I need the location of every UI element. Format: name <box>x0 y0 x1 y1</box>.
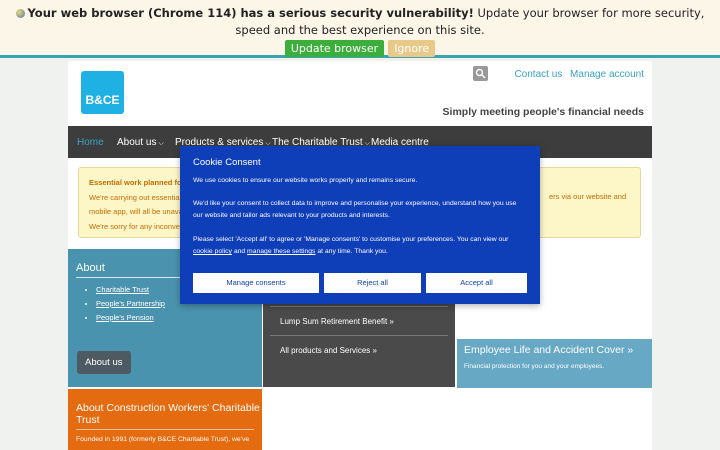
link-peoples-pension[interactable]: People's Pension <box>96 311 165 325</box>
accept-all-button[interactable]: Accept all <box>426 273 527 293</box>
divider <box>76 429 254 430</box>
nav-item-home[interactable]: Home <box>77 137 104 148</box>
nav-label: About us <box>117 137 157 148</box>
cwt-title: About Construction Workers' Charitable T… <box>76 402 260 426</box>
nav-item-about[interactable]: About us ⌵ <box>117 137 164 148</box>
bce-logo[interactable]: B&CE <box>81 71 124 114</box>
cookie-para-3: Please select 'Accept all' to agree or '… <box>193 234 528 258</box>
lump-sum-link[interactable]: Lump Sum Retirement Benefit » <box>280 317 394 326</box>
manage-settings-link[interactable]: manage these settings <box>247 248 315 255</box>
manage-account-link[interactable]: Manage account <box>570 69 644 80</box>
link-charitable-trust[interactable]: Charitable Trust <box>96 283 165 297</box>
search-icon <box>475 68 486 79</box>
cookie-title: Cookie Consent <box>193 157 261 168</box>
employee-cover-tile[interactable]: Employee Life and Accident Cover » Finan… <box>457 339 652 388</box>
tagline: Simply meeting people's financial needs <box>442 106 644 118</box>
cookie-para-2: We'd like your consent to collect data t… <box>193 200 517 219</box>
cwt-desc: Founded in 1991 (formerly B&CE Charitabl… <box>76 436 250 443</box>
about-tile-title: About <box>76 262 105 274</box>
contact-us-link[interactable]: Contact us <box>514 69 562 80</box>
link-peoples-partnership[interactable]: People's Partnership <box>96 297 165 311</box>
notice-right-text: ers via our website and <box>549 192 627 201</box>
update-warning-bold: Your web browser (Chrome 114) has a seri… <box>27 6 474 20</box>
divider <box>270 306 448 307</box>
cwt-tile: About Construction Workers' Charitable T… <box>68 389 262 450</box>
nav-label: Home <box>77 137 104 148</box>
browser-update-bar: Your web browser (Chrome 114) has a seri… <box>0 0 720 58</box>
ignore-button[interactable]: Ignore <box>388 40 436 57</box>
about-links: Charitable Trust People's Partnership Pe… <box>96 283 165 325</box>
browser-globe-icon <box>15 9 25 18</box>
divider <box>270 335 448 336</box>
cookie-consent-dialog: Cookie Consent We use cookies to ensure … <box>180 146 540 304</box>
employee-cover-title: Employee Life and Accident Cover » <box>464 344 634 356</box>
chevron-down-icon: ⌵ <box>158 140 164 147</box>
all-products-link[interactable]: All products and Services » <box>280 346 377 355</box>
cookie-para-3-b: and <box>233 248 246 255</box>
manage-consents-button[interactable]: Manage consents <box>193 273 319 293</box>
cookie-para-1: We use cookies to ensure our website wor… <box>193 177 418 184</box>
cookie-policy-link[interactable]: cookie policy <box>193 248 232 255</box>
cookie-para-3-a: Please select 'Accept all' to agree or '… <box>193 236 509 243</box>
about-us-button[interactable]: About us <box>77 351 131 374</box>
update-browser-button[interactable]: Update browser <box>284 40 385 57</box>
search-button[interactable] <box>473 66 488 81</box>
employee-cover-desc: Financial protection for you and your em… <box>464 363 605 370</box>
reject-all-button[interactable]: Reject all <box>324 273 421 293</box>
top-links: Contact us Manage account <box>509 69 644 80</box>
cookie-para-3-c: at any time. Thank you. <box>317 248 388 255</box>
